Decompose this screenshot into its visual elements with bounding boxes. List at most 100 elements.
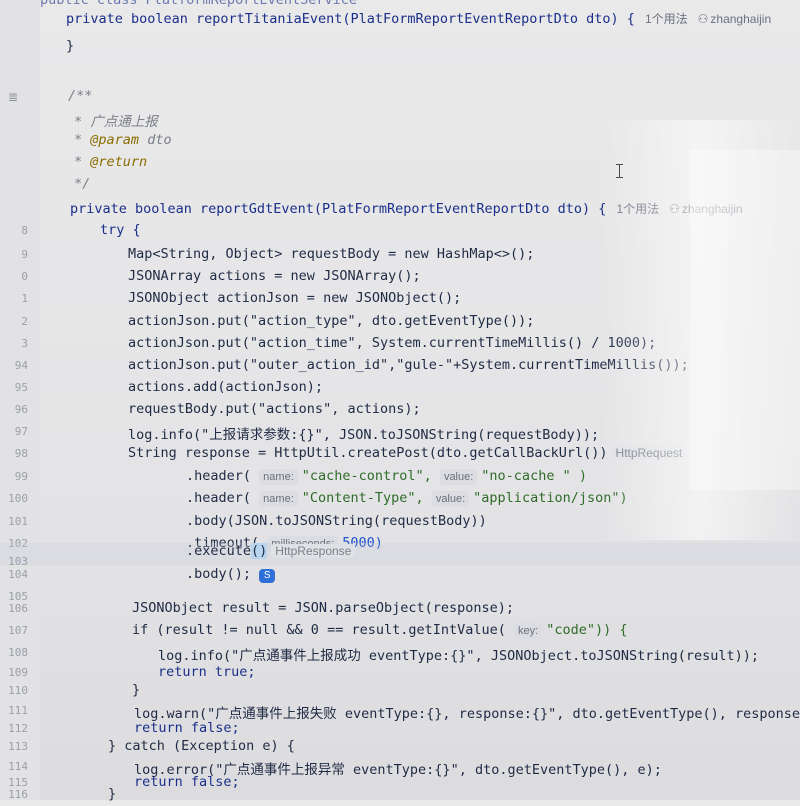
code-line[interactable]: /** <box>0 86 800 108</box>
string-literal: "application/json") <box>473 490 628 506</box>
usage-count[interactable]: 1个用法 <box>616 202 659 216</box>
param-hint: key: <box>514 623 543 639</box>
author-name: zhanghaijin <box>710 12 772 26</box>
inlay-badge-icon[interactable]: S <box>259 569 276 583</box>
usage-count[interactable]: 1个用法 <box>645 12 688 26</box>
javadoc-param: * @param dto <box>74 132 172 148</box>
param-hint: name: <box>259 469 298 485</box>
line-number: 101 <box>8 515 28 528</box>
code-line[interactable]: 2 actionJson.put("action_type", dto.getEv… <box>0 311 800 333</box>
code-line[interactable]: * 广点通上报 <box>0 108 800 130</box>
line-number: 104 <box>8 568 28 581</box>
code-line[interactable]: 101 .body(JSON.toJSONString(requestBody)) <box>0 511 800 533</box>
author-name: zhanghaijin <box>681 202 743 216</box>
code-text: } <box>132 682 141 698</box>
code-line[interactable]: 3 actionJson.put("action_time", System.cu… <box>0 333 800 355</box>
code-text: .body(); S <box>186 566 276 583</box>
line-number: 112 <box>8 722 28 735</box>
code-editor[interactable]: ≣ public class PlatformReportEventServic… <box>0 0 800 802</box>
code-line[interactable]: 107 if (result != null && 0 == result.get… <box>0 620 800 642</box>
code-text: requestBody.put("actions", actions); <box>128 401 421 417</box>
code-line[interactable]: * @param dto <box>0 130 800 152</box>
return-tag: @return <box>90 154 148 170</box>
author-icon: ⚇ <box>669 202 680 216</box>
line-number: 113 <box>8 740 28 753</box>
line-number: 94 <box>14 359 28 372</box>
code-part: .header( <box>186 490 252 506</box>
code-line[interactable]: */ <box>0 174 800 196</box>
code-text: return true; <box>158 664 256 680</box>
code-line[interactable]: 1 JSONObject actionJson = new JSONObject(… <box>0 288 800 310</box>
line-number: 0 <box>21 270 28 283</box>
line-number: 109 <box>8 666 28 679</box>
line-number: 95 <box>14 381 28 394</box>
code-line[interactable]: 8 try { <box>0 220 800 242</box>
javadoc-return: * @return <box>74 154 148 170</box>
line-number: 2 <box>21 315 28 328</box>
code-line[interactable]: * @return <box>0 152 800 174</box>
author-icon: ⚇ <box>697 12 709 26</box>
closing-brace: } <box>66 38 75 54</box>
code-line[interactable]: 99 .header( name: "cache-control", value: "… <box>0 466 800 488</box>
code-line[interactable]: 113 } catch (Exception e) { <box>0 736 800 758</box>
code-line[interactable]: 97 log.info("上报请求参数:{}", JSON.toJSONStrin… <box>0 421 800 443</box>
code-part: if (result != null && 0 == result.getInt… <box>132 622 506 638</box>
code-text: Map<String, Object> requestBody = new Ha… <box>128 246 535 262</box>
code-line[interactable]: 98 String response = HttpUtil.createPost(… <box>0 443 800 465</box>
code-line[interactable]: 104 .body(); S <box>0 564 800 586</box>
code-text-main: String response = HttpUtil.createPost(dt… <box>128 445 608 461</box>
code-line[interactable]: 116} <box>0 784 800 806</box>
code-text: .header( name: "cache-control", value: "no… <box>186 468 587 485</box>
string-literal: "no-cache " ) <box>481 468 587 484</box>
javadoc-title: * 广点通上报 <box>74 114 158 130</box>
code-line[interactable]: 100 .header( name: "Content-Type", value: "… <box>0 488 800 510</box>
javadoc-close: */ <box>74 176 91 192</box>
code-text: log.info("上报请求参数:{}", JSON.toJSONString(… <box>128 427 600 443</box>
code-line[interactable]: 0 JSONArray actions = new JSONArray(); <box>0 266 800 288</box>
gdt-method-signature: private boolean reportGdtEvent(PlatFormR… <box>70 200 743 217</box>
line-number: 1 <box>21 292 28 305</box>
code-part: .execute <box>186 543 252 559</box>
code-line[interactable]: 108 log.info("广点通事件上报成功 eventType:{}", JS… <box>0 642 800 664</box>
bracket-match: () <box>251 543 268 559</box>
code-text: return false; <box>134 720 240 736</box>
code-line[interactable]: 9 Map<String, Object> requestBody = new H… <box>0 244 800 266</box>
method-signature-text: private boolean reportGdtEvent(PlatFormR… <box>70 201 607 217</box>
line-number: 110 <box>8 684 28 697</box>
string-literal: "code")) { <box>546 622 628 638</box>
line-number: 98 <box>14 447 28 460</box>
titania-signature: private boolean reportTitaniaEvent(PlatF… <box>66 10 771 27</box>
line-number: 99 <box>14 470 28 483</box>
code-part: .header( <box>186 468 252 484</box>
string-literal: "cache-control", <box>301 468 432 484</box>
code-line[interactable]: 110} <box>0 680 800 702</box>
line-number: 107 <box>8 624 28 637</box>
method-signature-text: private boolean reportTitaniaEvent(PlatF… <box>66 11 635 27</box>
class-declaration: public class PlatformReportEventService <box>40 0 357 8</box>
line-number: 3 <box>21 337 28 350</box>
code-text: } catch (Exception e) { <box>108 738 295 754</box>
code-text: JSONObject result = JSON.parseObject(res… <box>132 600 515 616</box>
code-text: JSONObject actionJson = new JSONObject()… <box>128 290 462 306</box>
line-number: 96 <box>14 403 28 416</box>
code-line[interactable]: private boolean reportGdtEvent(PlatFormR… <box>0 198 800 220</box>
param-hint: value: <box>439 469 478 485</box>
code-text: actions.add(actionJson); <box>128 379 324 395</box>
code-line[interactable]: 106 JSONObject result = JSON.parseObject(… <box>0 598 800 620</box>
string-literal: "Content-Type", <box>301 490 424 506</box>
code-text: try { <box>100 222 141 238</box>
param-hint: name: <box>259 491 298 507</box>
code-line[interactable]: 96 requestBody.put("actions", actions); <box>0 399 800 421</box>
current-line[interactable]: 103 .execute() HttpResponse <box>0 543 800 568</box>
line-number: 8 <box>21 224 28 237</box>
code-text: JSONArray actions = new JSONArray(); <box>128 268 421 284</box>
code-line[interactable]: 94 actionJson.put("outer_action_id","gule… <box>0 355 800 377</box>
param-hint: value: <box>431 491 470 507</box>
code-line[interactable]: } <box>0 36 800 58</box>
code-line[interactable]: private boolean reportTitaniaEvent(PlatF… <box>0 8 800 30</box>
code-text: String response = HttpUtil.createPost(dt… <box>128 445 687 461</box>
code-text: .execute() HttpResponse <box>186 543 356 559</box>
code-line[interactable]: 95 actions.add(actionJson); <box>0 377 800 399</box>
type-hint: HttpRequest <box>611 446 687 460</box>
line-number: 116 <box>8 788 28 801</box>
